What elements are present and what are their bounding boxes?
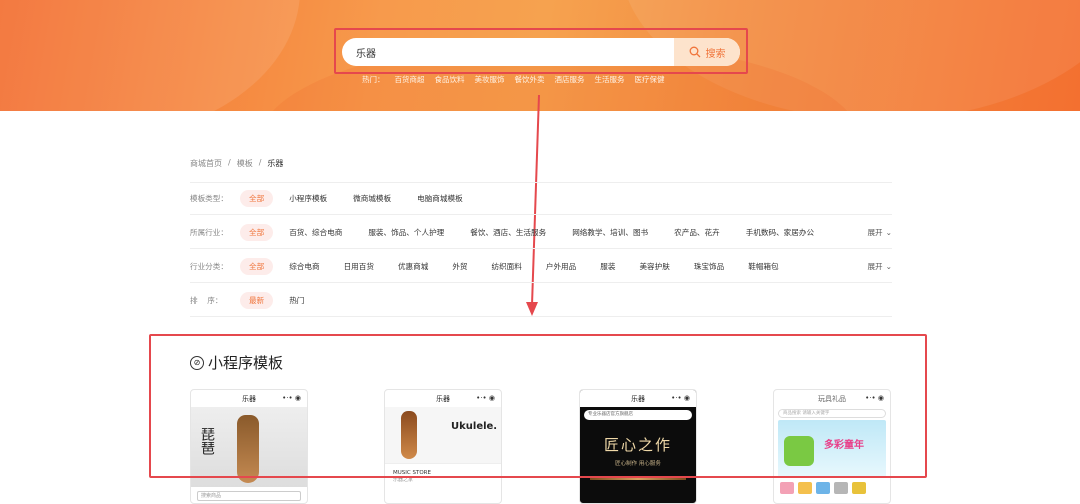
filter-option-all[interactable]: 全部 <box>240 223 274 241</box>
card-banner-text: 多彩童年 <box>824 440 864 451</box>
card-title: 乐器 <box>242 394 256 403</box>
menu-dots-icon: •·• ◉ <box>282 394 301 402</box>
toy-image <box>784 436 814 466</box>
card-title: 玩具礼品 <box>818 394 846 403</box>
toy-thumbnail <box>816 482 830 494</box>
toy-thumbnail <box>798 482 812 494</box>
filter-option[interactable]: 珠宝饰品 <box>694 261 724 272</box>
filter-label: 模板类型： <box>190 194 228 203</box>
filter-option[interactable]: 纺织面料 <box>492 261 522 272</box>
section-title: ⊘ 小程序模板 <box>190 352 283 373</box>
card-banner: 琵琶 <box>191 407 307 487</box>
flute-image <box>590 477 686 480</box>
toy-row <box>780 482 884 494</box>
template-card[interactable]: 玩具礼品 •·• ◉ 商品搜索 请输入关键字 多彩童年 <box>773 389 891 504</box>
chevron-down-icon: ⌄ <box>885 261 892 271</box>
card-title-bar: 乐器 •·• ◉ <box>580 390 696 407</box>
card-search: 专业乐器店官方旗舰店 <box>584 410 692 420</box>
filter-option[interactable]: 手机数码、家居办公 <box>746 227 814 238</box>
card-title-bar: 玩具礼品 •·• ◉ <box>774 390 890 407</box>
filter-option-all[interactable]: 全部 <box>240 190 274 207</box>
menu-dots-icon: •·• ◉ <box>671 394 690 402</box>
card-search: 商品搜索 请输入关键字 <box>778 409 886 418</box>
card-title: 乐器 <box>631 394 645 403</box>
menu-dots-icon: •·• ◉ <box>476 394 495 402</box>
expand-button[interactable]: 展开 ⌄ <box>867 261 892 272</box>
expand-label: 展开 <box>867 261 883 271</box>
filter-row-type: 模板类型： 全部 小程序模板 微商城模板 电脑商城模板 <box>190 182 892 215</box>
card-search-hint: 搜索商品 <box>201 493 222 499</box>
card-banner-text: 琵琶 <box>199 427 215 455</box>
filter-option[interactable]: 服装 <box>600 261 615 272</box>
menu-dots-icon: •·• ◉ <box>865 394 884 402</box>
card-banner-text: 匠心之作 <box>603 436 672 454</box>
card-title-bar: 乐器 •·• ◉ <box>191 390 307 407</box>
toy-thumbnail <box>852 482 866 494</box>
card-banner: 多彩童年 <box>778 420 886 478</box>
filter-label: 排 序： <box>190 295 223 305</box>
filter-option[interactable]: 农产品、花卉 <box>674 227 720 238</box>
filter-option[interactable]: 优惠商城 <box>398 261 428 272</box>
filter-option[interactable]: 微商城模板 <box>353 193 391 204</box>
card-banner: Ukulele. <box>385 407 501 463</box>
filter-option[interactable]: 外贸 <box>452 261 467 272</box>
filter-option[interactable]: 综合电商 <box>289 261 319 272</box>
filter-option[interactable]: 小程序模板 <box>289 193 327 204</box>
ukulele-image <box>401 411 417 459</box>
link-icon: ⊘ <box>190 355 204 370</box>
template-card[interactable]: 乐器 •·• ◉ 专业乐器店官方旗舰店 匠心之作 匠心制作 用心服务 <box>579 389 697 504</box>
filter-label: 行业分类： <box>190 261 228 271</box>
card-footer: MUSIC STORE 乐器之家 <box>385 463 501 489</box>
breadcrumb: 商城首页 / 模板 / 乐器 <box>190 158 283 169</box>
toy-thumbnail <box>834 482 848 494</box>
filter-option[interactable]: 户外用品 <box>546 261 576 272</box>
section-title-text: 小程序模板 <box>208 354 284 372</box>
card-title: 乐器 <box>436 394 450 403</box>
filter-option[interactable]: 美容护肤 <box>639 261 669 272</box>
filter-option[interactable]: 网络教学、培训、图书 <box>572 227 648 238</box>
filter-row-industry: 所属行业： 全部 百货、综合电商 服装、饰品、个人护理 餐饮、酒店、生活服务 网… <box>190 216 892 249</box>
filter-option[interactable]: 鞋帽箱包 <box>748 261 778 272</box>
sort-option-newest[interactable]: 最新 <box>240 291 274 309</box>
card-search-hint: 商品搜索 请输入关键字 <box>783 411 830 416</box>
card-title-bar: 乐器 •·• ◉ <box>385 390 501 407</box>
filter-option-all[interactable]: 全部 <box>240 257 274 275</box>
card-subtitle-2: 乐器之家 <box>393 477 414 483</box>
toy-thumbnail <box>780 482 794 494</box>
pipa-image <box>237 415 259 483</box>
filter-row-category: 行业分类： 全部 综合电商 日用百货 优惠商城 外贸 纺织面料 户外用品 服装 … <box>190 250 892 283</box>
breadcrumb-templates[interactable]: 模板 <box>237 158 253 169</box>
sort-option-hot[interactable]: 热门 <box>289 295 304 306</box>
filter-option[interactable]: 电脑商城模板 <box>417 193 463 204</box>
card-search-hint: 专业乐器店官方旗舰店 <box>588 412 633 417</box>
filter-option[interactable]: 餐饮、酒店、生活服务 <box>470 227 546 238</box>
expand-label: 展开 <box>867 227 883 237</box>
card-banner-text: Ukulele. <box>451 421 498 432</box>
template-card[interactable]: 乐器 •·• ◉ Ukulele. MUSIC STORE 乐器之家 <box>384 389 502 504</box>
filter-option[interactable]: 服装、饰品、个人护理 <box>368 227 444 238</box>
card-search: 搜索商品 <box>197 491 301 501</box>
filter-option[interactable]: 百货、综合电商 <box>289 227 342 238</box>
filter-label: 所属行业： <box>190 227 228 237</box>
breadcrumb-separator: / <box>258 158 262 167</box>
expand-button[interactable]: 展开 ⌄ <box>867 227 892 238</box>
breadcrumb-separator: / <box>228 158 231 167</box>
breadcrumb-current: 乐器 <box>267 159 284 168</box>
filter-row-sort: 排 序： 最新 热门 <box>190 284 892 317</box>
filter-option[interactable]: 日用百货 <box>344 261 374 272</box>
chevron-down-icon: ⌄ <box>885 227 892 237</box>
template-card[interactable]: 乐器 •·• ◉ 琵琶 搜索商品 <box>190 389 308 504</box>
card-subtitle: 匠心制作 用心服务 <box>615 461 661 467</box>
breadcrumb-home[interactable]: 商城首页 <box>190 158 222 169</box>
